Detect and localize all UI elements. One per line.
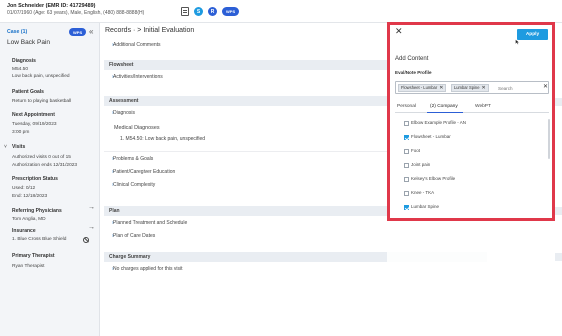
- prescription-end: End: 12/18/2023: [12, 194, 48, 199]
- diagnosis-text: Low back pain, unspecified: [12, 74, 70, 79]
- case-wps-badge: WPS: [69, 28, 87, 36]
- background-section-band: [555, 207, 562, 215]
- primary-therapist-name: Ryan Therapist: [12, 264, 45, 269]
- status-circle-r[interactable]: R: [208, 7, 217, 16]
- physicians-arrow-icon[interactable]: →: [88, 204, 95, 211]
- option-label: Kelsey's Elbow Profile: [411, 176, 456, 181]
- row-label: Additional Comments: [113, 42, 161, 48]
- prescription-used: Used: 0/12: [12, 186, 36, 191]
- option-label: Knee - TKA: [411, 190, 435, 195]
- no-entry-icon[interactable]: [83, 237, 89, 243]
- row-label: Patient/Caregiver Education: [113, 169, 176, 175]
- tab-webpt[interactable]: WebPT: [475, 104, 491, 109]
- tab-personal[interactable]: Personal: [397, 104, 416, 109]
- case-link[interactable]: Case (1): [7, 29, 27, 35]
- checkbox[interactable]: [404, 148, 409, 154]
- chevron-right-icon: ›: [112, 220, 114, 226]
- document-icon[interactable]: [181, 7, 189, 16]
- option-label: Flowsheet - Lumbar: [411, 134, 451, 139]
- patient-goals-text: Return to playing basketball: [12, 99, 72, 104]
- checkbox[interactable]: [404, 204, 409, 210]
- remove-chip-icon[interactable]: ✕: [439, 85, 443, 91]
- apply-button[interactable]: Apply: [517, 29, 548, 40]
- collapse-sidebar-icon[interactable]: «: [89, 27, 93, 36]
- case-sidebar: Case (1) WPS « Low Back Pain Diagnosis M…: [0, 23, 100, 336]
- close-icon[interactable]: ✕: [395, 26, 403, 37]
- clear-selection-icon[interactable]: ✕: [543, 83, 548, 90]
- diagnosis-code: M54.50: [12, 67, 28, 72]
- visits-chevron-icon[interactable]: ˅: [4, 144, 7, 150]
- profile-search-input[interactable]: [498, 84, 538, 92]
- chevron-right-icon: ›: [112, 74, 114, 80]
- checkbox[interactable]: [404, 190, 409, 196]
- checkbox[interactable]: [404, 120, 409, 126]
- option-label: Foot: [411, 148, 421, 153]
- breadcrumb[interactable]: Records · > Initial Evaluation: [105, 27, 194, 34]
- active-tab-indicator: [427, 112, 463, 113]
- row-label: Planned Treatment and Schedule: [113, 220, 188, 226]
- remove-chip-icon[interactable]: ✕: [482, 85, 486, 91]
- visits-authorized: Authorized visits 0 out of 15: [12, 155, 71, 160]
- row-label: Clinical Complexity: [113, 182, 156, 188]
- case-row: Case (1) WPS «: [7, 27, 95, 37]
- modal-title: Add Content: [395, 56, 429, 62]
- status-circle-s[interactable]: S: [194, 7, 203, 16]
- patient-name: Jon Schneider (EMR ID: 41729489): [7, 3, 96, 9]
- add-content-panel: ✕ Apply Add Content Eval/Note Profile Fl…: [387, 22, 555, 221]
- checkbox[interactable]: [404, 134, 409, 140]
- patient-header: Jon Schneider (EMR ID: 41729489) 01/07/1…: [0, 0, 562, 23]
- checkbox[interactable]: [404, 176, 409, 182]
- tab-company[interactable]: (2) Company: [430, 104, 458, 109]
- primary-therapist-heading: Primary Therapist: [12, 253, 55, 259]
- next-appointment-heading: Next Appointment: [12, 112, 55, 118]
- insurance-heading: Insurance: [12, 228, 36, 234]
- chevron-right-icon: ›: [112, 182, 114, 188]
- chevron-right-icon: ›: [112, 156, 114, 162]
- header-icons: S R WPS: [181, 6, 240, 17]
- patient-demographics: 01/07/1960 (Age: 63 years), Male, Englis…: [7, 10, 145, 16]
- referring-physicians-heading: Referring Physicians: [12, 208, 62, 214]
- background-section-band: [555, 98, 562, 106]
- next-appointment-time: 3:00 pm: [12, 130, 30, 135]
- referring-physician-name: Tom Anglia, MD: [12, 217, 46, 222]
- next-appointment-date: Tuesday, 09/19/2023: [12, 122, 57, 127]
- profile-label: Eval/Note Profile: [395, 70, 432, 75]
- selected-chip[interactable]: Lumbar Spine ✕: [451, 84, 489, 92]
- background-section-band: [555, 253, 562, 261]
- chip-label: Lumbar Spine: [454, 85, 480, 90]
- insurance-name: 1. Blue Cross Blue Shield: [12, 237, 67, 242]
- profile-tabs: Personal (2) Company WebPT: [395, 101, 549, 113]
- diagnosis-heading: Diagnosis: [12, 58, 36, 64]
- options-scrollbar[interactable]: [548, 119, 550, 159]
- chevron-right-icon: ›: [112, 42, 114, 48]
- visits-auth-end: Authorization ends 12/31/2023: [12, 163, 78, 168]
- row-label: Activities/Interventions: [113, 74, 163, 80]
- profile-multiselect[interactable]: Flowsheet - Lumbar✕ Lumbar Spine✕ ✕: [395, 81, 549, 94]
- option-label: Elbow Example Profile - AN: [411, 120, 467, 125]
- row-label: Diagnosis: [113, 110, 135, 116]
- wps-badge: WPS: [222, 7, 240, 16]
- chevron-right-icon: ›: [112, 169, 114, 175]
- mouse-cursor-icon: [515, 39, 520, 45]
- row-label: Plan of Care Dates: [113, 233, 156, 239]
- insurance-arrow-icon[interactable]: →: [88, 224, 95, 231]
- option-label: Lumbar Spine: [411, 204, 440, 209]
- row-label: No charges applied for this visit: [113, 266, 183, 272]
- chevron-right-icon: ›: [112, 266, 114, 272]
- checkbox[interactable]: [404, 162, 409, 168]
- chip-label: Flowsheet - Lumbar: [401, 85, 438, 90]
- case-title: Low Back Pain: [7, 39, 50, 46]
- prescription-heading: Prescription Status: [12, 176, 58, 182]
- background-content-strip: [555, 23, 562, 336]
- chevron-right-icon: ›: [112, 233, 114, 239]
- row-label: Problems & Goals: [113, 156, 154, 162]
- visits-heading[interactable]: Visits: [12, 144, 25, 150]
- chevron-right-icon: ›: [112, 110, 114, 116]
- patient-goals-heading: Patient Goals: [12, 89, 44, 95]
- selected-chip[interactable]: Flowsheet - Lumbar ✕: [398, 84, 447, 92]
- option-label: Joint pain: [411, 162, 431, 167]
